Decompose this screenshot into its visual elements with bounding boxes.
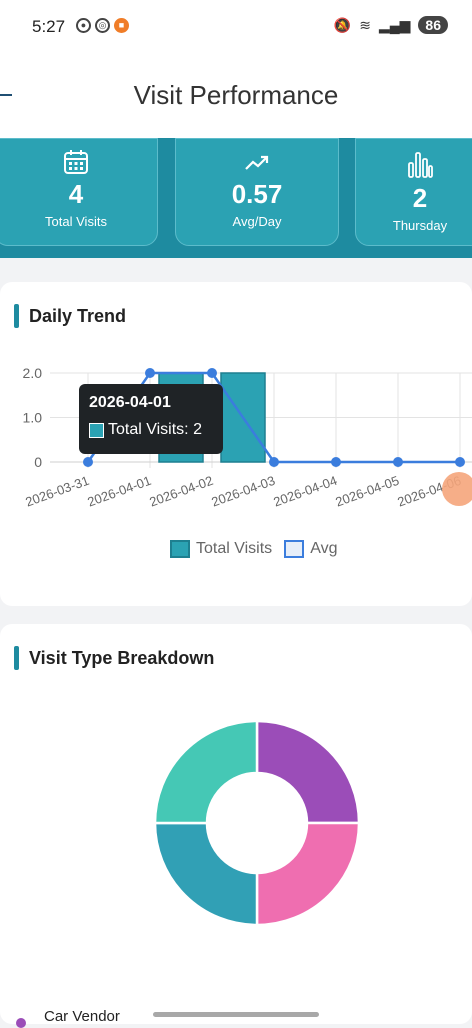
legend-dot-car-vendor: [16, 1018, 26, 1028]
donut-slice: [153, 821, 259, 927]
visit-type-donut-chart: [153, 719, 361, 927]
donut-legend: Car Vendor: [16, 1004, 120, 1028]
legend-label-car-vendor: Car Vendor: [44, 1007, 120, 1025]
donut-slice: [255, 821, 361, 927]
home-indicator[interactable]: [153, 1012, 319, 1017]
donut-slice: [255, 719, 361, 825]
donut-slice: [153, 719, 259, 825]
